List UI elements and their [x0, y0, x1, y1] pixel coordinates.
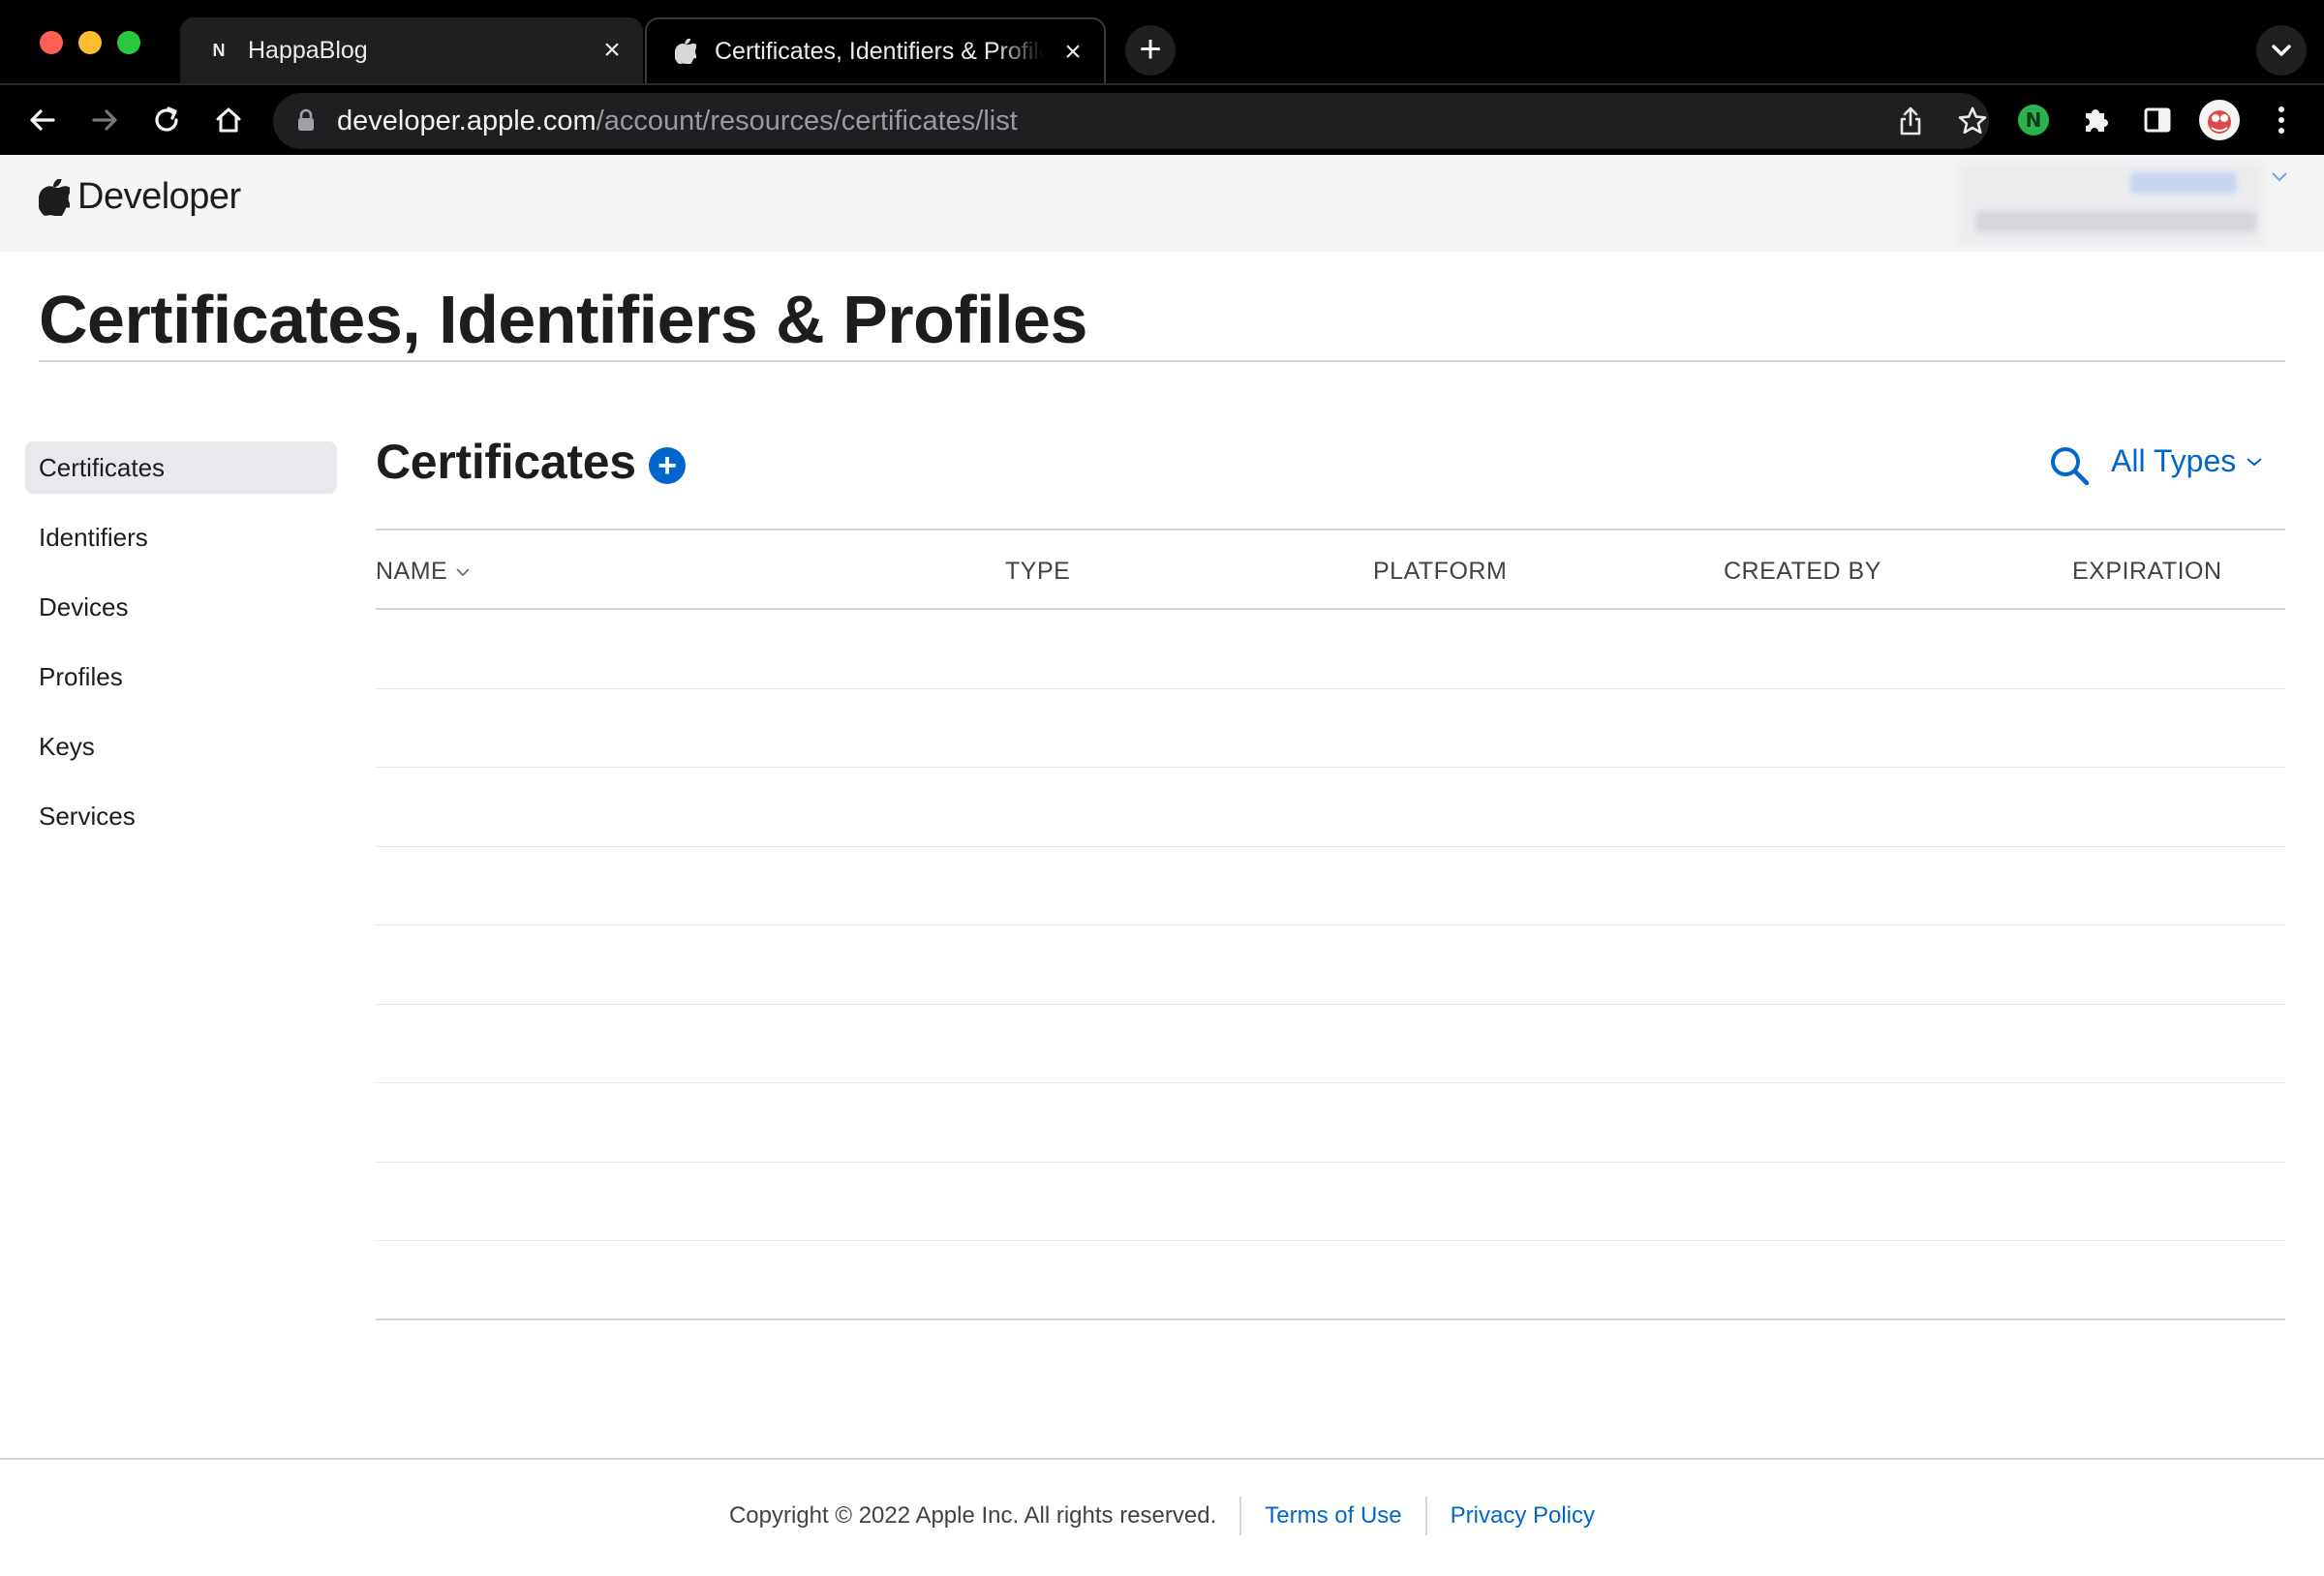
- sidebar-item-identifiers[interactable]: Identifiers: [25, 511, 337, 563]
- notion-extension-icon[interactable]: N: [2010, 97, 2057, 143]
- forward-button[interactable]: [81, 97, 128, 143]
- table-row[interactable]: [376, 689, 2285, 768]
- page-footer: Copyright © 2022 Apple Inc. All rights r…: [0, 1497, 2324, 1535]
- table-row[interactable]: [376, 1241, 2285, 1320]
- footer-divider: [0, 1458, 2324, 1460]
- page-title: Certificates, Identifiers & Profiles: [39, 282, 1087, 357]
- type-filter-dropdown[interactable]: All Types: [2111, 443, 2263, 479]
- table-row[interactable]: [376, 1005, 2285, 1083]
- table-header: NAME TYPE PLATFORM CREATED BY EXPIRATION: [376, 530, 2285, 610]
- redacted-team-name: [1975, 211, 2256, 232]
- column-header-type[interactable]: TYPE: [1005, 558, 1070, 586]
- filter-label: All Types: [2111, 443, 2237, 478]
- share-icon[interactable]: [1892, 103, 1929, 139]
- table-row[interactable]: [376, 847, 2285, 925]
- search-icon: [2051, 447, 2090, 486]
- lock-icon: [296, 108, 316, 136]
- sort-chevron-icon: [456, 567, 470, 576]
- arrow-right-icon: [92, 109, 117, 131]
- column-header-created-by[interactable]: CREATED BY: [1724, 558, 1881, 586]
- home-button[interactable]: [205, 97, 252, 143]
- url-host: developer.apple.com: [337, 106, 596, 136]
- browser-menu-icon[interactable]: [2258, 97, 2305, 143]
- extensions-puzzle-icon[interactable]: [2072, 97, 2119, 143]
- developer-header: Developer: [0, 155, 2324, 252]
- tab-title: HappaBlog: [248, 36, 368, 64]
- tab-search-button[interactable]: [2256, 25, 2307, 76]
- arrow-left-icon: [30, 109, 55, 131]
- developer-home-link[interactable]: Developer: [39, 176, 241, 218]
- apple-favicon-icon: [672, 38, 699, 65]
- new-tab-button[interactable]: +: [1125, 25, 1176, 76]
- column-header-platform[interactable]: PLATFORM: [1373, 558, 1507, 586]
- zoom-window-button[interactable]: [117, 31, 140, 54]
- section-title: Certificates: [376, 435, 636, 489]
- home-icon: [216, 107, 241, 133]
- tab-certificates[interactable]: Certificates, Identifiers & Profiles ×: [645, 17, 1106, 83]
- column-header-label: PLATFORM: [1373, 558, 1508, 585]
- chevron-down-icon: [2247, 457, 2262, 466]
- browser-toolbar: developer.apple.com/account/resources/ce…: [0, 83, 2324, 155]
- tab-title: Certificates, Identifiers & Profiles: [715, 37, 1044, 65]
- account-menu-redacted[interactable]: [1958, 163, 2264, 244]
- chevron-down-icon[interactable]: [2270, 170, 2289, 184]
- table-row[interactable]: [376, 925, 2285, 1005]
- profile-avatar[interactable]: [2196, 97, 2243, 143]
- side-panel-icon[interactable]: [2134, 97, 2181, 143]
- bookmark-star-icon[interactable]: [1954, 103, 1991, 139]
- search-button[interactable]: [2047, 443, 2092, 488]
- sidebar-item-certificates[interactable]: Certificates: [25, 441, 337, 494]
- copyright-text: Copyright © 2022 Apple Inc. All rights r…: [728, 1502, 1217, 1529]
- address-bar[interactable]: developer.apple.com/account/resources/ce…: [273, 93, 1989, 149]
- reload-button[interactable]: [143, 97, 190, 143]
- table-row[interactable]: [376, 768, 2285, 847]
- column-header-label: CREATED BY: [1724, 558, 1881, 585]
- table-row[interactable]: [376, 610, 2285, 689]
- sidebar-item-profiles[interactable]: Profiles: [25, 651, 337, 703]
- chevron-down-icon: [2272, 45, 2291, 56]
- close-tab-icon[interactable]: ×: [598, 36, 626, 65]
- footer-separator: [1424, 1497, 1427, 1535]
- column-header-label: EXPIRATION: [2072, 558, 2222, 585]
- close-tab-icon[interactable]: ×: [1059, 38, 1086, 67]
- sidebar-nav: Certificates Identifiers Devices Profile…: [25, 441, 337, 860]
- svg-text:N: N: [2026, 108, 2042, 132]
- add-certificate-button[interactable]: +: [649, 447, 686, 484]
- close-window-button[interactable]: [40, 31, 63, 54]
- notion-favicon-icon: N: [212, 40, 226, 60]
- table-body: [376, 610, 2285, 1320]
- footer-separator: [1239, 1497, 1242, 1535]
- column-header-name[interactable]: NAME: [376, 558, 471, 586]
- url-text: developer.apple.com/account/resources/ce…: [337, 106, 1018, 137]
- reload-icon: [155, 106, 178, 132]
- apple-logo-icon: [39, 178, 70, 216]
- table-row[interactable]: [376, 1163, 2285, 1241]
- sidebar-item-keys[interactable]: Keys: [25, 720, 337, 773]
- back-button[interactable]: [19, 97, 66, 143]
- title-divider: [39, 360, 2285, 362]
- browser-tab-bar: N HappaBlog × Certificates, Identifiers …: [0, 0, 2324, 83]
- sidebar-item-devices[interactable]: Devices: [25, 581, 337, 633]
- sidebar-item-services[interactable]: Services: [25, 790, 337, 842]
- column-header-label: NAME: [376, 558, 448, 585]
- plus-icon: +: [657, 447, 677, 484]
- redacted-account-name: [2130, 172, 2237, 194]
- privacy-policy-link[interactable]: Privacy Policy: [1451, 1502, 1595, 1530]
- tab-happablog[interactable]: N HappaBlog ×: [180, 17, 643, 83]
- table-row[interactable]: [376, 1083, 2285, 1163]
- terms-of-use-link[interactable]: Terms of Use: [1265, 1502, 1401, 1530]
- column-header-expiration[interactable]: EXPIRATION: [2072, 558, 2222, 586]
- minimize-window-button[interactable]: [78, 31, 102, 54]
- column-header-label: TYPE: [1005, 558, 1071, 585]
- certificates-table: NAME TYPE PLATFORM CREATED BY EXPIRATION: [376, 529, 2285, 1320]
- url-path: /account/resources/certificates/list: [596, 106, 1018, 136]
- developer-wordmark: Developer: [77, 176, 241, 217]
